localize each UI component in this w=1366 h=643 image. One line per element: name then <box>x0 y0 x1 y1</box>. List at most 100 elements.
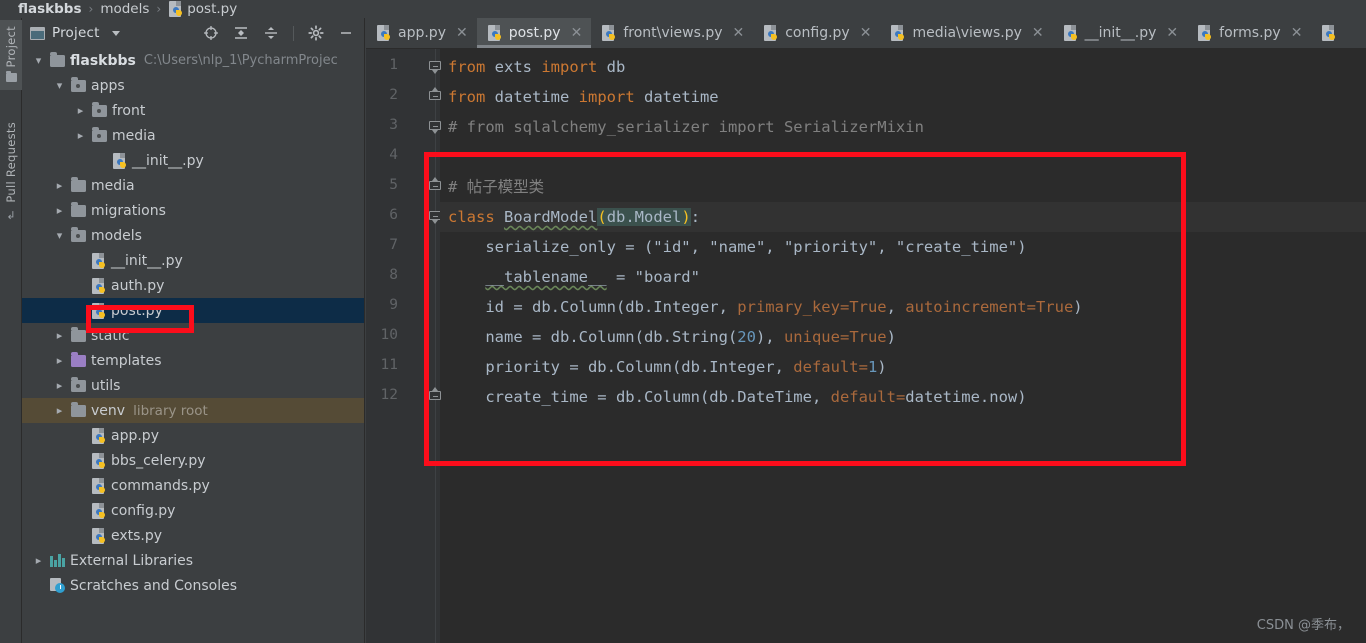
editor-tab-label: forms.py <box>1219 25 1281 41</box>
chevron-right-icon[interactable] <box>53 355 66 366</box>
expand-all-icon[interactable] <box>233 25 249 41</box>
editor-gutter[interactable]: 1 2 3 4 5 6 7 8 9 10 11 12 <box>366 49 441 643</box>
chevron-right-icon[interactable] <box>53 405 66 416</box>
editor-tab-post-py[interactable]: post.py ✕ <box>476 18 592 48</box>
code-line-1[interactable]: from exts import db <box>448 52 625 82</box>
chevron-down-icon[interactable] <box>32 55 45 66</box>
python-file-icon <box>92 277 106 294</box>
editor-tab-__init__-py[interactable]: __init__.py ✕ <box>1053 18 1188 48</box>
minimize-icon[interactable] <box>338 25 354 41</box>
chevron-right-icon[interactable] <box>74 105 87 116</box>
tree-item-label: app.py <box>111 427 159 444</box>
tree-item-label: exts.py <box>111 527 163 544</box>
chevron-right-icon[interactable] <box>53 330 66 341</box>
tree-item-apps[interactable]: apps <box>22 73 364 98</box>
close-icon[interactable]: ✕ <box>1291 25 1303 41</box>
python-file-icon <box>92 427 106 444</box>
project-window-icon <box>30 26 45 40</box>
folder-icon <box>71 76 86 92</box>
tree-item-config[interactable]: config.py <box>22 498 364 523</box>
python-file-icon <box>602 25 616 41</box>
chevron-down-icon[interactable] <box>53 230 66 241</box>
tree-item-media[interactable]: media <box>22 173 364 198</box>
tree-item-label: media <box>91 177 135 194</box>
project-tree[interactable]: flaskbbs C:\Users\nlp_1\PycharmProjecapps… <box>22 48 364 643</box>
tree-item-static[interactable]: static <box>22 323 364 348</box>
chevron-right-icon[interactable] <box>74 130 87 141</box>
editor-tab-forms-py[interactable]: forms.py ✕ <box>1187 18 1311 48</box>
tree-item-templates[interactable]: templates <box>22 348 364 373</box>
editor-tab-overflow[interactable] <box>1311 18 1352 48</box>
tool-window-button-pull-requests[interactable]: Pull Requests ↲ <box>0 116 22 230</box>
code-line-11[interactable]: priority = db.Column(db.Integer, default… <box>448 352 886 382</box>
chevron-right-icon[interactable] <box>53 205 66 216</box>
chevron-right-icon[interactable] <box>32 555 45 566</box>
code-editor[interactable]: 1 2 3 4 5 6 7 8 9 10 11 12 from exts import db from … <box>366 49 1366 643</box>
tool-window-button-project[interactable]: Project <box>0 20 22 91</box>
chevron-right-icon[interactable] <box>53 380 66 391</box>
editor-tab-front-views-py[interactable]: front\views.py ✕ <box>591 18 753 48</box>
locate-target-icon[interactable] <box>203 25 219 41</box>
tree-item-venv[interactable]: venv library root <box>22 398 364 423</box>
tree-item-label: flaskbbs <box>70 52 136 69</box>
chevron-right-icon[interactable] <box>53 180 66 191</box>
project-panel-title: Project <box>52 25 100 41</box>
code-line-6[interactable]: class BoardModel(db.Model): <box>440 202 1366 232</box>
tree-item-front[interactable]: front <box>22 98 364 123</box>
code-line-3[interactable]: # from sqlalchemy_serializer import Seri… <box>448 112 924 142</box>
tree-item-models[interactable]: models <box>22 223 364 248</box>
close-icon[interactable]: ✕ <box>1166 25 1178 41</box>
tree-item-exts[interactable]: exts.py <box>22 523 364 548</box>
breadcrumb-folder[interactable]: models <box>100 1 149 17</box>
code-line-2[interactable]: from datetime import datetime <box>448 82 719 112</box>
chevron-down-icon[interactable] <box>111 30 120 36</box>
code-line-10[interactable]: name = db.Column(db.String(20), unique=T… <box>448 322 896 352</box>
folder-icon <box>71 226 86 242</box>
close-icon[interactable]: ✕ <box>860 25 872 41</box>
code-line-9[interactable]: id = db.Column(db.Integer, primary_key=T… <box>448 292 1082 322</box>
breadcrumb-root[interactable]: flaskbbs <box>18 1 82 17</box>
code-line-7[interactable]: serialize_only = ("id", "name", "priorit… <box>448 232 1026 262</box>
tree-item-path: C:\Users\nlp_1\PycharmProjec <box>143 53 338 68</box>
tree-item-post[interactable]: post.py <box>22 298 364 323</box>
editor-tab-bar[interactable]: app.py ✕ post.py ✕ front\views.py ✕ config.py ✕… <box>366 18 1366 49</box>
tree-item-label: venv <box>91 402 126 419</box>
tree-item-migrations[interactable]: migrations <box>22 198 364 223</box>
folder-icon <box>92 126 107 142</box>
editor-tab-media-views-py[interactable]: media\views.py ✕ <box>880 18 1052 48</box>
close-icon[interactable]: ✕ <box>1032 25 1044 41</box>
tree-item-media-apps[interactable]: media <box>22 123 364 148</box>
breadcrumb-file[interactable]: post.py <box>187 1 237 17</box>
tree-item-init-apps[interactable]: __init__.py <box>22 148 364 173</box>
tree-item-init-models[interactable]: __init__.py <box>22 248 364 273</box>
folder-icon <box>92 101 107 117</box>
settings-gear-icon[interactable] <box>308 25 324 41</box>
tree-item-auth[interactable]: auth.py <box>22 273 364 298</box>
close-icon[interactable]: ✕ <box>456 25 468 41</box>
tree-item-app[interactable]: app.py <box>22 423 364 448</box>
code-line-5[interactable]: # 帖子模型类 <box>448 172 544 202</box>
line-number: 10 <box>380 327 398 343</box>
editor-tab-app-py[interactable]: app.py ✕ <box>366 18 477 48</box>
tree-item-label: Scratches and Consoles <box>70 577 237 594</box>
editor-tab-config-py[interactable]: config.py ✕ <box>753 18 880 48</box>
tree-item-flaskbbs[interactable]: flaskbbs C:\Users\nlp_1\PycharmProjec <box>22 48 364 73</box>
code-line-12[interactable]: create_time = db.Column(db.DateTime, def… <box>448 382 1026 412</box>
close-icon[interactable]: ✕ <box>733 25 745 41</box>
breadcrumb-separator-1: › <box>88 2 94 16</box>
chevron-down-icon[interactable] <box>53 80 66 91</box>
tree-item-utils[interactable]: utils <box>22 373 364 398</box>
close-icon[interactable]: ✕ <box>571 25 583 41</box>
python-file-icon <box>113 152 127 169</box>
collapse-all-icon[interactable] <box>263 25 279 41</box>
python-file-icon <box>1198 25 1212 41</box>
code-line-8[interactable]: __tablename__ = "board" <box>448 262 700 292</box>
tree-item-commands[interactable]: commands.py <box>22 473 364 498</box>
tree-item-label: migrations <box>91 202 166 219</box>
folder-icon <box>50 51 65 67</box>
tree-item-scratches[interactable]: Scratches and Consoles <box>22 573 364 598</box>
source-code[interactable]: from exts import db from datetime import … <box>440 49 1366 643</box>
tree-item-external-libs[interactable]: External Libraries <box>22 548 364 573</box>
tree-item-bbs-celery[interactable]: bbs_celery.py <box>22 448 364 473</box>
tree-item-label: External Libraries <box>70 552 193 569</box>
